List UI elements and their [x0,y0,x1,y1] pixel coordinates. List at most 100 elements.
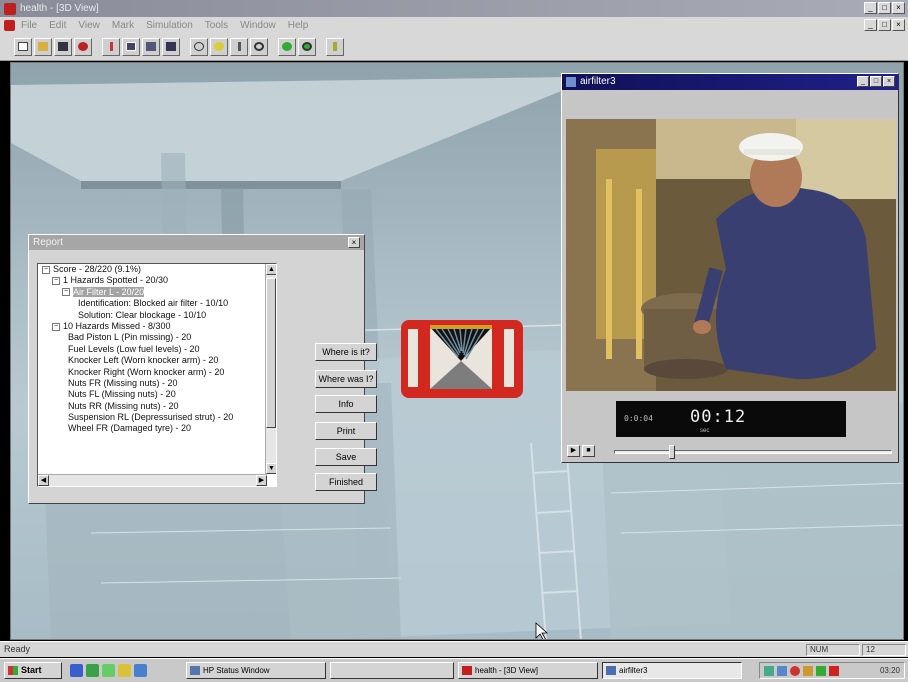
tree-item[interactable]: Solution: Clear blockage - 10/10 [38,310,276,321]
maximize-button[interactable]: □ [878,2,891,14]
scroll-left-arrow-icon[interactable]: ◀ [38,475,49,486]
new-icon[interactable] [14,37,32,56]
tray-alert-icon[interactable] [829,666,839,676]
tree-expander-icon[interactable]: − [62,288,70,297]
start-button[interactable]: Start [4,662,62,679]
tree-horizontal-scrollbar[interactable]: ◀ ▶ [38,474,267,486]
menu-help[interactable]: Help [288,20,309,31]
task-airfilter3[interactable]: airfilter3 [602,662,742,679]
report-close-button[interactable]: × [348,237,360,248]
tree-item[interactable]: Knocker Left (Worn knocker arm) - 20 [38,355,276,366]
where-was-i-button[interactable]: Where was I? [315,370,377,388]
record-icon[interactable] [74,37,92,56]
player-close-button[interactable]: × [883,76,895,87]
quicklaunch-desktop-icon[interactable] [102,664,115,677]
tree-item[interactable]: Nuts FL (Missing nuts) - 20 [38,389,276,400]
tray-display-icon[interactable] [777,666,787,676]
tree-item[interactable]: Nuts RR (Missing nuts) - 20 [38,401,276,412]
minimize-button[interactable]: _ [864,2,877,14]
tree-item[interactable]: Bad Piston L (Pin missing) - 20 [38,332,276,343]
scroll-thumb[interactable] [266,278,276,428]
player-titlebar[interactable]: airfilter3 _ □ × [562,74,898,90]
info-icon[interactable] [102,37,120,56]
save-button[interactable]: Save [315,448,377,466]
target-icon[interactable] [298,37,316,56]
quicklaunch-ie-icon[interactable] [70,664,83,677]
menu-simulation[interactable]: Simulation [146,20,193,31]
tree-item-label: 1 Hazards Spotted - 20/30 [63,275,169,286]
scroll-up-arrow-icon[interactable]: ▲ [266,264,276,275]
menu-tools[interactable]: Tools [205,20,228,31]
reset-icon[interactable] [250,37,268,56]
close-button[interactable]: × [892,2,905,14]
doc-close-button[interactable]: × [892,19,905,31]
tree-item[interactable]: Nuts FR (Missing nuts) - 20 [38,378,276,389]
play-icon[interactable]: ▶ [567,445,580,457]
tree-item-label: Knocker Left (Worn knocker arm) - 20 [68,355,219,366]
scroll-down-arrow-icon[interactable]: ▼ [266,463,276,474]
tree-expander-icon[interactable]: − [42,265,50,274]
tray-heart-icon[interactable] [790,666,800,676]
tree-item[interactable]: Fuel Levels (Low fuel levels) - 20 [38,344,276,355]
report-tree[interactable]: − Score - 28/220 (9.1%) −1 Hazards Spotted… [37,263,277,487]
open-icon[interactable] [34,37,52,56]
report-titlebar[interactable]: Report × [29,235,364,250]
help-icon[interactable] [230,37,248,56]
tree-item[interactable]: −1 Hazards Spotted - 20/30 [38,275,276,286]
tree-item[interactable]: Wheel FR (Damaged tyre) - 20 [38,423,276,434]
tree-item[interactable]: Suspension RL (Depressurised strut) - 20 [38,412,276,423]
tree-item[interactable]: − Air Filter L - 20/20 [38,286,276,298]
panel-icon[interactable] [162,37,180,56]
tree-item-label: Air Filter L - 20/20 [73,286,145,297]
quicklaunch-media-icon[interactable] [134,664,147,677]
finished-button[interactable]: Finished [315,473,377,491]
task-empty[interactable] [330,662,454,679]
save-icon[interactable] [54,37,72,56]
seek-bar[interactable] [614,445,892,459]
tray-app-icon[interactable] [816,666,826,676]
print-button[interactable]: Print [315,422,377,440]
hint-icon[interactable] [326,37,344,56]
doc-minimize-button[interactable]: _ [864,19,877,31]
doc-restore-button[interactable]: □ [878,19,891,31]
seek-thumb[interactable] [669,445,675,459]
main-titlebar[interactable]: health - [3D View] _ □ × [0,0,908,17]
tree-item-label: Nuts RR (Missing nuts) - 20 [68,400,179,411]
light-icon[interactable] [210,37,228,56]
video-frame[interactable] [566,119,896,391]
tree-item[interactable]: Identification: Blocked air filter - 10/… [38,298,276,309]
tray-people-icon[interactable] [803,666,813,676]
quicklaunch-app-icon[interactable] [118,664,131,677]
num-lock-indicator: NUM [806,644,860,656]
task-health-3d-view[interactable]: health - [3D View] [458,662,598,679]
player-title: airfilter3 [580,76,616,87]
tree-vertical-scrollbar[interactable]: ▲ ▼ [265,264,276,474]
go-icon[interactable] [278,37,296,56]
info-button[interactable]: Info [315,395,377,413]
window-icon[interactable] [122,37,140,56]
tree-expander-icon[interactable]: − [52,322,60,331]
where-is-it-button[interactable]: Where is it? [315,343,377,361]
menu-mark[interactable]: Mark [112,20,134,31]
tray-network-icon[interactable] [764,666,774,676]
tree-item[interactable]: −10 Hazards Missed - 8/300 [38,321,276,332]
task-hp-status[interactable]: HP Status Window [186,662,326,679]
player-maximize-button[interactable]: □ [870,76,882,87]
rotate-icon[interactable] [190,37,208,56]
start-label: Start [21,665,42,675]
tree-item[interactable]: Knocker Right (Worn knocker arm) - 20 [38,367,276,378]
menu-file[interactable]: File [21,20,37,31]
system-tray: 03:20 [759,662,905,679]
tree-item[interactable]: − Score - 28/220 (9.1%) [38,264,276,275]
menu-window[interactable]: Window [240,20,276,31]
split-view-icon[interactable] [142,37,160,56]
scroll-right-arrow-icon[interactable]: ▶ [256,475,267,486]
hazard-marker[interactable] [398,317,526,401]
quicklaunch-outlook-icon[interactable] [86,664,99,677]
menu-edit[interactable]: Edit [49,20,66,31]
stop-icon[interactable]: ■ [582,445,595,457]
player-minimize-button[interactable]: _ [857,76,869,87]
task-health-label: health - [3D View] [475,666,538,675]
tree-expander-icon[interactable]: − [52,277,60,286]
menu-view[interactable]: View [78,20,100,31]
